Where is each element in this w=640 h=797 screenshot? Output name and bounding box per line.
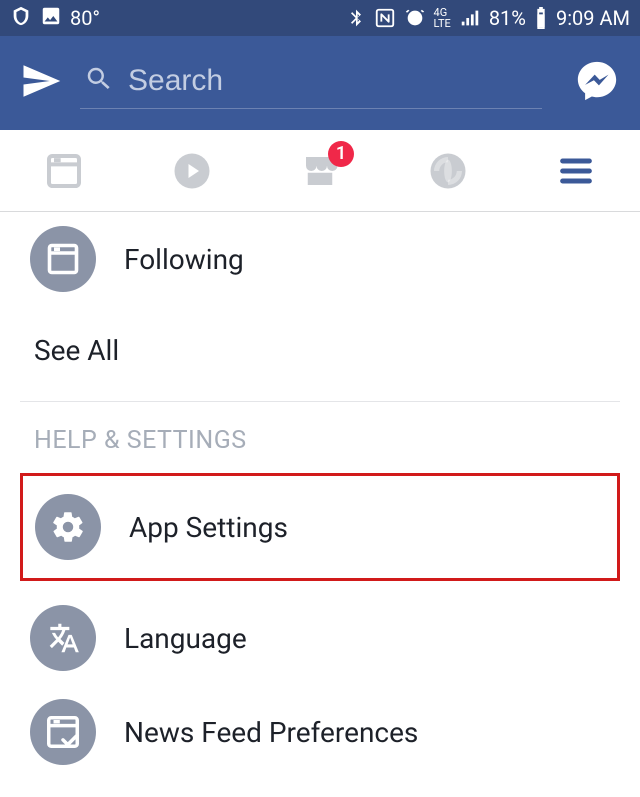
facebook-app-bar bbox=[0, 36, 640, 130]
compose-icon[interactable] bbox=[20, 60, 62, 106]
menu-list: Following See All HELP & SETTINGS App Se… bbox=[0, 212, 640, 779]
battery-icon bbox=[534, 7, 548, 29]
menu-label: Language bbox=[124, 622, 247, 655]
tab-bar: 1 bbox=[0, 130, 640, 212]
battery-percent: 81% bbox=[489, 6, 526, 30]
following-icon bbox=[30, 226, 96, 292]
status-temperature: 80° bbox=[70, 6, 100, 30]
menu-item-news-feed-preferences[interactable]: News Feed Preferences bbox=[20, 685, 620, 779]
divider bbox=[20, 401, 620, 402]
news-feed-prefs-icon bbox=[30, 699, 96, 765]
language-icon bbox=[30, 605, 96, 671]
gear-icon bbox=[35, 494, 101, 560]
tab-notifications[interactable] bbox=[426, 149, 470, 193]
menu-label: App Settings bbox=[129, 511, 288, 544]
bluetooth-icon bbox=[346, 7, 366, 29]
tab-news-feed[interactable] bbox=[42, 149, 86, 193]
menu-label: Following bbox=[124, 243, 244, 276]
highlight-annotation: App Settings bbox=[20, 473, 620, 581]
marketplace-badge: 1 bbox=[328, 141, 354, 167]
android-status-bar: 80° 4GLTE 81% 9:09 AM bbox=[0, 0, 640, 36]
section-header-help-settings: HELP & SETTINGS bbox=[20, 426, 620, 473]
messenger-icon[interactable] bbox=[574, 58, 620, 108]
alarm-icon bbox=[404, 7, 426, 29]
network-4g-icon: 4GLTE bbox=[434, 7, 451, 29]
gallery-icon bbox=[40, 5, 62, 32]
tab-marketplace[interactable]: 1 bbox=[298, 149, 342, 193]
see-all-link[interactable]: See All bbox=[20, 306, 620, 401]
nfc-icon bbox=[374, 7, 396, 29]
menu-label: News Feed Preferences bbox=[124, 716, 418, 749]
malwarebytes-icon bbox=[10, 5, 32, 32]
search-input[interactable] bbox=[128, 64, 538, 98]
search-icon bbox=[84, 64, 114, 98]
signal-icon bbox=[459, 7, 481, 29]
status-time: 9:09 AM bbox=[556, 6, 630, 30]
menu-item-language[interactable]: Language bbox=[20, 591, 620, 685]
search-field[interactable] bbox=[80, 58, 542, 109]
tab-menu[interactable] bbox=[554, 149, 598, 193]
tab-watch[interactable] bbox=[170, 149, 214, 193]
menu-item-app-settings[interactable]: App Settings bbox=[25, 480, 615, 574]
menu-item-following[interactable]: Following bbox=[20, 212, 620, 306]
